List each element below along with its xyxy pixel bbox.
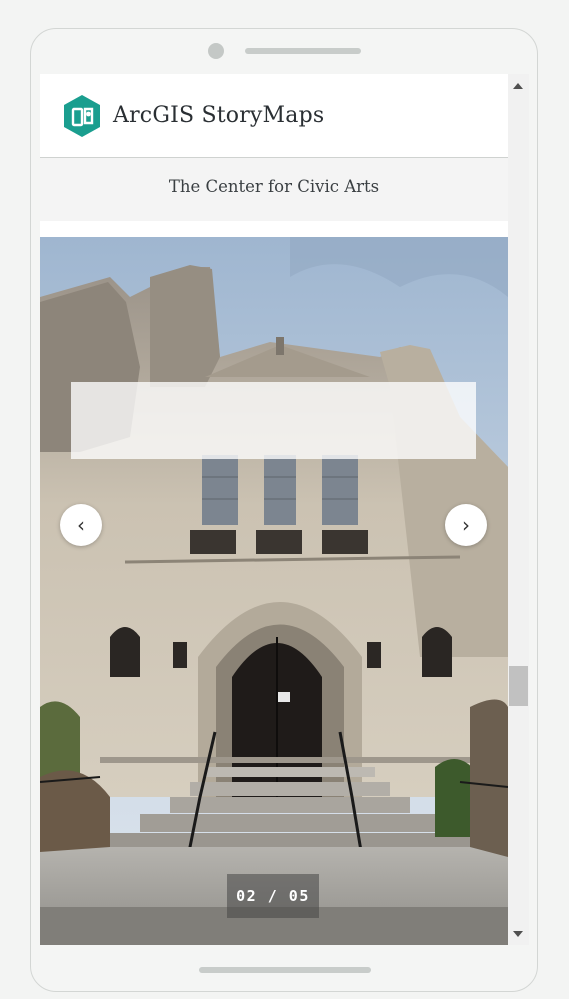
story-title: The Center for Civic Arts (168, 177, 380, 196)
vertical-scrollbar[interactable] (508, 74, 529, 945)
app-header: ArcGIS StoryMaps (40, 74, 508, 158)
device-speaker (245, 48, 361, 54)
next-slide-button[interactable]: › (445, 504, 487, 546)
story-viewport: ArcGIS StoryMaps The Center for Civic Ar… (40, 74, 508, 945)
scroll-down-arrow-icon[interactable] (513, 931, 523, 937)
slide-image-church (40, 237, 508, 945)
spacer (40, 221, 508, 237)
scroll-up-arrow-icon[interactable] (513, 83, 523, 89)
storymaps-logo-icon[interactable] (62, 94, 102, 138)
previous-slide-button[interactable]: ‹ (60, 504, 102, 546)
slide-caption-box (71, 382, 476, 459)
chevron-right-icon: › (462, 513, 470, 537)
chevron-left-icon: ‹ (77, 513, 85, 537)
slide-counter: 02 / 05 (227, 874, 319, 918)
device-home-bar (199, 967, 371, 973)
device-camera (208, 43, 224, 59)
scroll-thumb[interactable] (509, 666, 528, 706)
brand-name[interactable]: ArcGIS StoryMaps (113, 103, 324, 128)
slideshow[interactable]: ‹ › 02 / 05 (40, 237, 508, 945)
